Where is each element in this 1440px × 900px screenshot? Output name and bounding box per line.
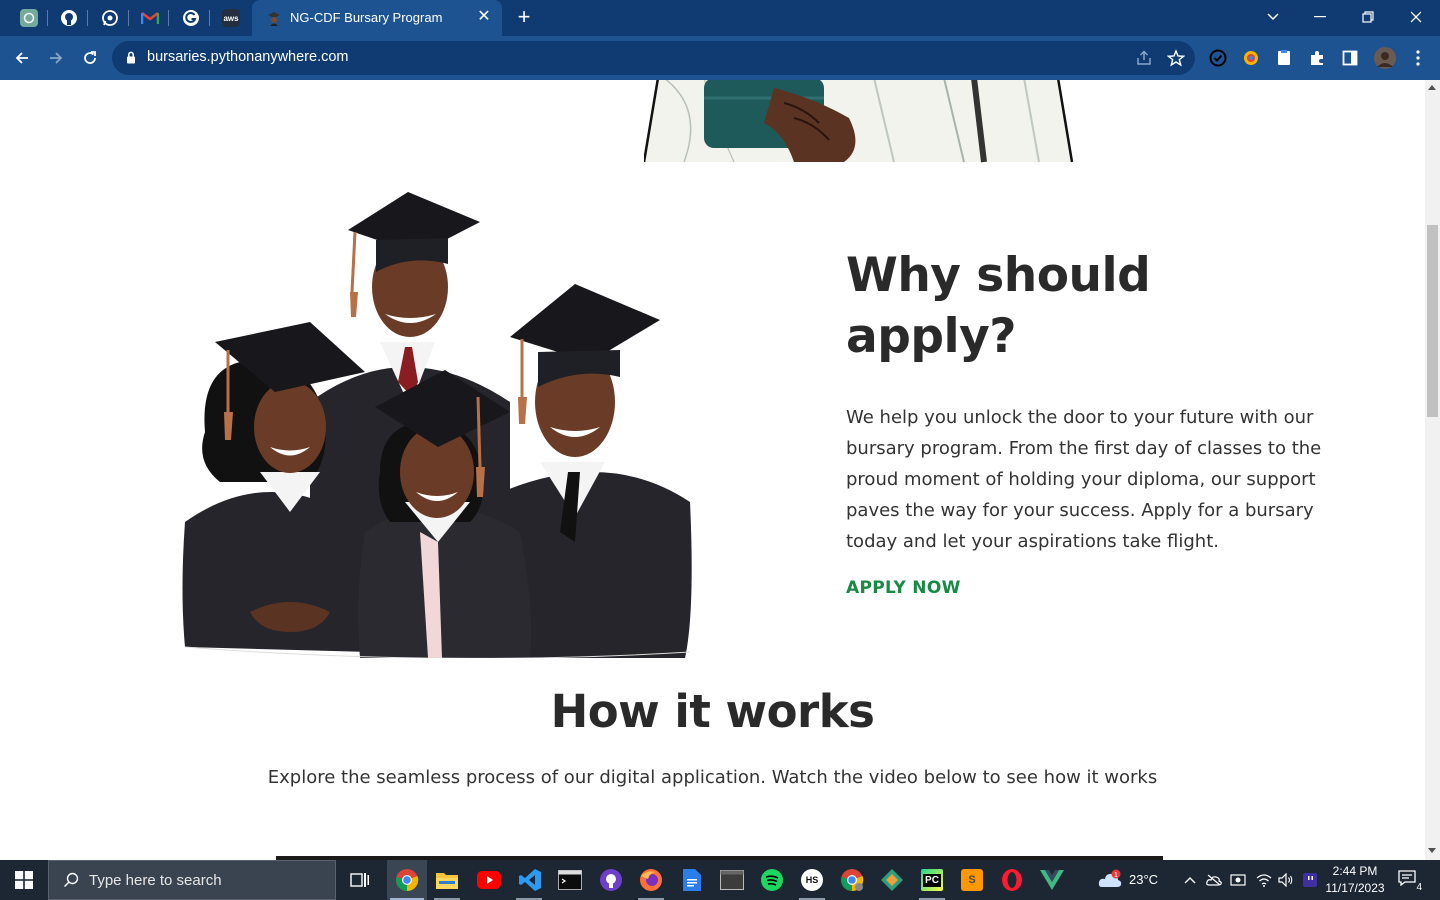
forward-arrow-icon[interactable]: [44, 46, 68, 70]
weather-temperature[interactable]: 23°C: [1129, 872, 1158, 887]
taskbar-app-window-icon[interactable]: [718, 866, 746, 894]
windows-taskbar: Type here to search HS PC S 1 23°C 2:44 …: [0, 860, 1440, 900]
clock-time: 2:44 PM: [1332, 864, 1378, 878]
taskbar-hs-app-icon[interactable]: HS: [798, 866, 826, 894]
web-page: Why should apply? We help you unlock the…: [0, 80, 1425, 860]
search-icon: [64, 872, 79, 887]
close-tab-icon[interactable]: ✕: [476, 8, 492, 24]
extension-check-icon[interactable]: [1208, 48, 1228, 68]
notification-center-icon[interactable]: 4: [1398, 870, 1422, 893]
search-placeholder: Type here to search: [89, 872, 222, 889]
windows-start-button[interactable]: [0, 860, 48, 900]
side-panel-icon[interactable]: [1340, 48, 1360, 68]
why-apply-heading: Why should apply?: [846, 248, 1151, 364]
close-window-icon[interactable]: [1396, 4, 1436, 30]
address-bar[interactable]: bursaries.pythonanywhere.com: [112, 41, 1195, 75]
scrollbar-thumb[interactable]: [1427, 225, 1438, 417]
pinned-tab-grammarly[interactable]: [178, 6, 204, 30]
lock-icon[interactable]: [126, 51, 136, 64]
taskbar-search-box[interactable]: Type here to search: [48, 860, 336, 900]
pinned-tab-chatgpt[interactable]: [16, 6, 42, 30]
how-it-works-heading: How it works: [550, 685, 875, 738]
taskbar-opera-icon[interactable]: [998, 866, 1026, 894]
new-tab-button[interactable]: +: [512, 6, 536, 30]
taskbar-clock[interactable]: 2:44 PM 11/17/2023: [1322, 863, 1388, 897]
notification-count: 4: [1416, 882, 1422, 893]
scroll-up-arrow-icon[interactable]: [1428, 85, 1436, 90]
apply-now-link[interactable]: APPLY NOW: [846, 578, 961, 598]
taskbar-sublime-icon[interactable]: S: [958, 866, 986, 894]
chrome-menu-icon[interactable]: [1408, 48, 1428, 68]
clock-date: 11/17/2023: [1325, 881, 1385, 895]
tab-ng-cdf-bursary[interactable]: NG-CDF Bursary Program ✕: [252, 0, 502, 36]
task-view-icon[interactable]: [346, 866, 374, 894]
share-icon[interactable]: [1135, 49, 1153, 67]
extension-color-icon[interactable]: [1241, 48, 1261, 68]
weather-cloud-icon[interactable]: 1: [1096, 866, 1124, 894]
profile-avatar[interactable]: [1374, 47, 1396, 69]
taskbar-pycharm-icon[interactable]: PC: [918, 866, 946, 894]
grammarly-icon: [182, 9, 200, 27]
pinned-tab-gmail[interactable]: [137, 6, 163, 30]
tab-strip: aws NG-CDF Bursary Program ✕ +: [0, 0, 1440, 36]
taskbar-chrome-icon[interactable]: [393, 866, 421, 894]
aws-icon: aws: [222, 9, 240, 27]
whatsapp-icon: [101, 9, 119, 27]
reload-icon[interactable]: [78, 46, 102, 70]
taskbar-vue-icon[interactable]: [1038, 866, 1066, 894]
wifi-icon[interactable]: [1256, 872, 1272, 888]
why-apply-paragraph: We help you unlock the door to your futu…: [846, 407, 1322, 552]
github-icon: [60, 9, 78, 27]
graduate-favicon-icon: [268, 12, 280, 26]
svg-text:1: 1: [1114, 872, 1118, 879]
extension-docs-icon[interactable]: [1274, 48, 1294, 68]
back-arrow-icon[interactable]: [10, 46, 34, 70]
taskbar-terminal-icon[interactable]: [556, 866, 584, 894]
minimize-window-icon[interactable]: [1300, 4, 1340, 30]
windows-logo-icon: [15, 871, 33, 889]
pinned-tab-github[interactable]: [56, 6, 82, 30]
bookmark-star-icon[interactable]: [1167, 49, 1185, 67]
taskbar-docs-icon[interactable]: [678, 866, 706, 894]
taskbar-chrome-profile-icon[interactable]: [838, 866, 866, 894]
restore-window-icon[interactable]: [1348, 4, 1388, 30]
volume-icon[interactable]: [1278, 872, 1294, 888]
scroll-down-arrow-icon[interactable]: [1428, 848, 1436, 853]
taskbar-git-kraken-icon[interactable]: [878, 866, 906, 894]
extensions-puzzle-icon[interactable]: [1307, 48, 1327, 68]
onedrive-offline-icon[interactable]: [1206, 872, 1222, 888]
tab-search-icon[interactable]: [1253, 4, 1293, 30]
page-scrollbar[interactable]: [1425, 80, 1440, 860]
taskbar-youtube-icon[interactable]: [475, 866, 503, 894]
taskbar-github-desktop-icon[interactable]: [597, 866, 625, 894]
chatgpt-icon: [20, 9, 38, 27]
pinned-tab-whatsapp[interactable]: [97, 6, 123, 30]
taskbar-vscode-icon[interactable]: [516, 866, 544, 894]
security-tray-icon[interactable]: [1230, 872, 1246, 888]
how-it-works-subtitle: Explore the seamless process of our digi…: [267, 767, 1158, 788]
graduates-illustration: [182, 192, 692, 658]
pinned-tab-aws[interactable]: aws: [218, 6, 244, 30]
hero-student-illustration: [644, 80, 1074, 163]
browser-toolbar: bursaries.pythonanywhere.com: [0, 36, 1440, 80]
taskbar-file-explorer-icon[interactable]: [433, 866, 461, 894]
twitch-tray-icon[interactable]: [1302, 872, 1318, 888]
gmail-icon: [141, 9, 159, 27]
taskbar-spotify-icon[interactable]: [758, 866, 786, 894]
show-hidden-icons-chevron-icon[interactable]: [1182, 872, 1198, 888]
taskbar-firefox-icon[interactable]: [637, 866, 665, 894]
tab-title: NG-CDF Bursary Program: [290, 10, 443, 25]
url-text: bursaries.pythonanywhere.com: [147, 49, 349, 65]
